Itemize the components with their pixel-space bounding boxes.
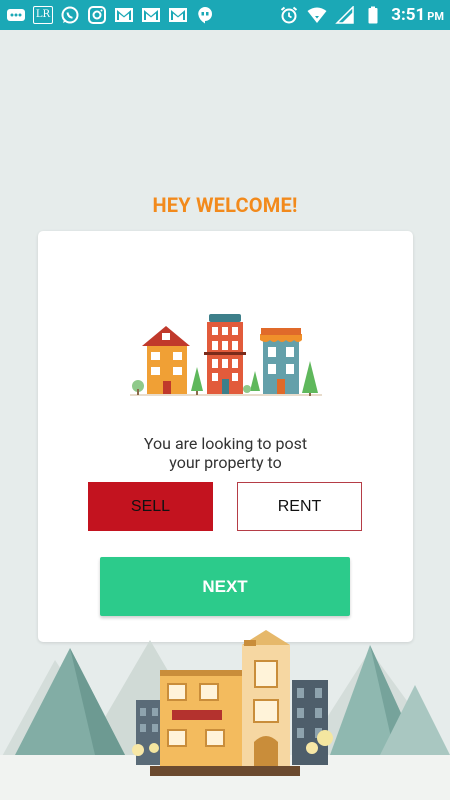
wifi-icon (307, 6, 327, 24)
status-ampm: PM (427, 10, 444, 23)
prompt-text: You are looking to post your property to (38, 434, 413, 472)
rent-button[interactable]: RENT (237, 482, 362, 531)
signal-icon (335, 6, 355, 24)
prompt-line-1: You are looking to post (143, 434, 308, 453)
alarm-icon (279, 6, 299, 24)
page-title: HEY WELCOME! (152, 193, 298, 217)
status-time: 3:51 (391, 5, 426, 25)
battery-icon (363, 6, 383, 24)
gmail-icon (114, 6, 134, 24)
clock: 3:51 PM (391, 5, 444, 25)
gmail-icon (141, 6, 161, 24)
instagram-icon (87, 6, 107, 24)
prompt-line-2: your property to (169, 453, 282, 472)
hangouts-icon (195, 6, 215, 24)
next-button[interactable]: NEXT (100, 557, 350, 616)
city-mountain-illustration (0, 630, 450, 800)
system-icons: 3:51 PM (279, 5, 444, 25)
lr-icon: LR (33, 6, 53, 24)
status-bar: LR 3:51 PM (0, 0, 450, 30)
gmail-icon (168, 6, 188, 24)
sell-button[interactable]: SELL (88, 482, 213, 531)
houses-illustration (130, 314, 322, 396)
notification-icons: LR (6, 6, 215, 24)
whatsapp-icon (60, 6, 80, 24)
more-icon (6, 6, 26, 24)
property-purpose-card: You are looking to post your property to… (38, 231, 413, 642)
